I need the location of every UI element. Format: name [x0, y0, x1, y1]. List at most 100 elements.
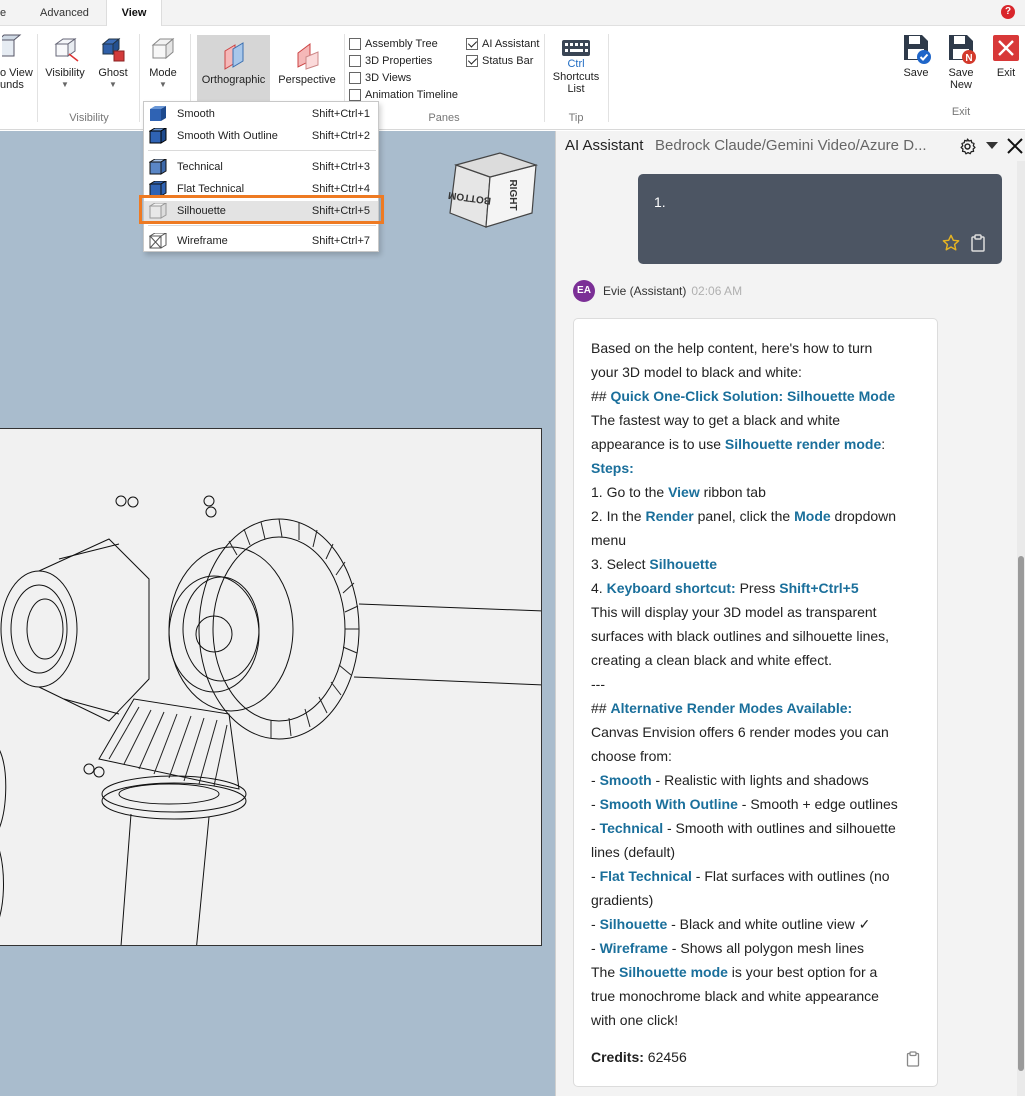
message-line: - Wireframe - Shows all polygon mesh lin… — [591, 936, 931, 960]
highlighted-text: Mode — [794, 508, 831, 524]
highlighted-text: Render — [645, 508, 694, 524]
message-text: appearance is to use — [591, 436, 725, 452]
tab-view[interactable]: View — [106, 0, 162, 26]
model-selector[interactable]: Bedrock Claude/Gemini Video/Azure D... — [655, 137, 947, 154]
message-text: The — [591, 964, 620, 980]
gear-icon[interactable] — [959, 138, 976, 155]
highlighted-text: Shift+Ctrl+5 — [779, 580, 859, 596]
message-text: - — [591, 916, 600, 932]
message-line: 1. Go to the View ribbon tab — [591, 480, 931, 504]
message-line: - Flat Technical - Flat surfaces with ou… — [591, 864, 931, 888]
message-text: Canvas Envision offers 6 render modes yo… — [591, 724, 889, 740]
render-mode-icon — [151, 37, 175, 60]
message-line: Canvas Envision offers 6 render modes yo… — [591, 720, 931, 744]
menu-item-technical[interactable]: Technical Shift+Ctrl+3 — [144, 157, 378, 177]
menu-item-shortcut: Shift+Ctrl+2 — [311, 130, 370, 142]
perspective-button[interactable]: Perspective — [274, 35, 340, 86]
menu-item-shortcut: Shift+Ctrl+1 — [311, 108, 370, 120]
tab-partial[interactable]: e — [0, 0, 14, 26]
exit-button[interactable]: Exit — [988, 32, 1024, 79]
3d-viewport[interactable]: BOTTOM RIGHT — [0, 131, 555, 1096]
menu-item-wireframe[interactable]: Wireframe Shift+Ctrl+7 — [144, 231, 378, 251]
highlighted-text: Steps: — [591, 460, 634, 476]
message-text: menu — [591, 532, 627, 548]
message-text: This will display your 3D model as trans… — [591, 604, 877, 620]
message-text: your 3D model to black and white: — [591, 364, 802, 380]
model-canvas[interactable] — [0, 428, 542, 946]
clipboard-icon[interactable] — [970, 234, 986, 252]
smooth-outline-mode-icon — [149, 128, 167, 144]
orthographic-button[interactable]: Orthographic — [197, 35, 270, 101]
message-line: surfaces with black outlines and silhoue… — [591, 624, 931, 648]
wireframe-mode-icon — [149, 233, 167, 249]
perspective-label: Perspective — [278, 74, 336, 86]
avatar: EA — [573, 280, 595, 302]
view-bounds-label: o View unds — [0, 67, 33, 91]
message-text: 3. Select — [591, 556, 650, 572]
menu-divider — [148, 225, 376, 226]
highlighted-text: Smooth With Outline — [599, 796, 738, 812]
message-line: ## Quick One-Click Solution: Silhouette … — [591, 384, 931, 408]
menu-item-smooth-with-outline[interactable]: Smooth With Outline Shift+Ctrl+2 — [144, 126, 378, 146]
message-line: with one click! — [591, 1008, 931, 1032]
chevron-down-icon[interactable] — [986, 142, 998, 150]
view-cube[interactable]: BOTTOM RIGHT — [448, 151, 548, 251]
view-bounds-button[interactable]: o View unds — [0, 34, 33, 91]
message-text: creating a clean black and white effect. — [591, 652, 833, 668]
highlighted-text: Technical — [599, 820, 664, 836]
ai-assistant-panel: AI Assistant Bedrock Claude/Gemini Video… — [555, 131, 1025, 1096]
chat-scrollbar[interactable] — [1017, 161, 1025, 1096]
menu-item-label: Wireframe — [177, 235, 228, 247]
panel-header: AI Assistant Bedrock Claude/Gemini Video… — [556, 131, 1025, 161]
message-text: : — [881, 436, 886, 452]
mode-button[interactable]: Mode ▼ — [142, 34, 184, 89]
message-line: - Technical - Smooth with outlines and s… — [591, 816, 931, 840]
message-line: gradients) — [591, 888, 931, 912]
tab-advanced[interactable]: Advanced — [40, 0, 94, 26]
menu-item-smooth[interactable]: Smooth Shift+Ctrl+1 — [144, 104, 378, 124]
message-text: - Shows all polygon mesh lines — [667, 940, 865, 956]
message-line: - Smooth - Realistic with lights and sha… — [591, 768, 931, 792]
highlighted-text: Keyboard shortcut: — [606, 580, 736, 596]
menu-item-label: Smooth With Outline — [177, 130, 278, 142]
scrollbar-thumb[interactable] — [1018, 556, 1024, 1071]
message-text: surfaces with black outlines and silhoue… — [591, 628, 890, 644]
viewcube-face-right: RIGHT — [507, 179, 518, 210]
highlighted-text: Smooth — [599, 772, 652, 788]
message-text: Press — [735, 580, 780, 596]
user-message-text: 1. — [654, 194, 666, 210]
message-text: - Smooth + edge outlines — [737, 796, 898, 812]
message-text: - — [591, 940, 600, 956]
clipboard-icon[interactable] — [906, 1051, 920, 1067]
message-line: ## Alternative Render Modes Available: — [591, 696, 931, 720]
highlighted-text: Quick One-Click Solution: Silhouette Mod… — [610, 388, 896, 404]
assistant-message-card: Based on the help content, here's how to… — [573, 318, 938, 1087]
message-line: creating a clean black and white effect. — [591, 648, 931, 672]
message-line: your 3D model to black and white: — [591, 360, 931, 384]
menu-item-shortcut: Shift+Ctrl+4 — [311, 183, 370, 195]
highlighted-text: Wireframe — [599, 940, 668, 956]
message-text: choose from: — [591, 748, 672, 764]
credits-label: Credits: — [591, 1049, 644, 1065]
message-text: 4. — [591, 580, 607, 596]
save-icon — [904, 35, 931, 64]
help-icon[interactable]: ? — [1001, 5, 1015, 19]
differential-gear-model — [0, 495, 541, 945]
user-message-bubble: 1. — [638, 174, 1002, 264]
menu-item-label: Flat Technical — [177, 183, 245, 195]
assistant-message-text: Based on the help content, here's how to… — [591, 336, 931, 1032]
highlighted-text: Alternative Render Modes Available: — [610, 700, 853, 716]
assistant-sender: Evie (Assistant) 02:06 AM — [603, 284, 742, 298]
highlighted-text: View — [668, 484, 700, 500]
message-line: 3. Select Silhouette — [591, 552, 931, 576]
menu-item-label: Technical — [177, 161, 223, 173]
message-line: appearance is to use Silhouette render m… — [591, 432, 931, 456]
chevron-down-icon: ▼ — [159, 80, 167, 89]
message-text: true monochrome black and white appearan… — [591, 988, 879, 1004]
exit-label: Exit — [996, 67, 1016, 79]
star-icon[interactable] — [942, 234, 960, 252]
message-timestamp: 02:06 AM — [691, 284, 743, 298]
close-icon[interactable] — [1007, 138, 1023, 154]
message-text: gradients) — [591, 892, 654, 908]
message-line: Based on the help content, here's how to… — [591, 336, 931, 360]
